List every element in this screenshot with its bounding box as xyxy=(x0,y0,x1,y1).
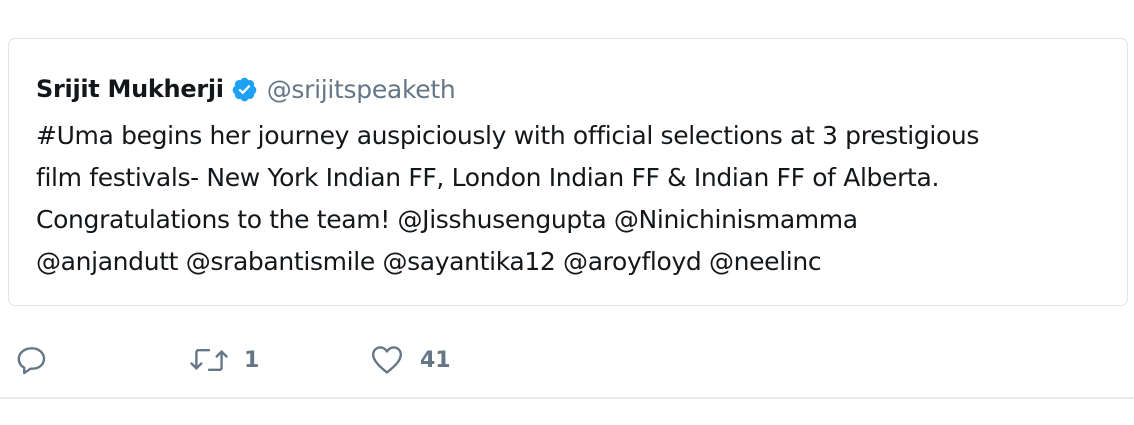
like-count: 41 xyxy=(420,347,451,373)
tweet-text-line: film festivals- New York Indian FF, Lond… xyxy=(36,163,940,192)
tweet-page: Srijit Mukherji @srijitspeaketh #Uma beg… xyxy=(0,0,1134,425)
heart-icon xyxy=(368,342,406,378)
author-handle[interactable]: @srijitspeaketh xyxy=(267,75,456,104)
retweet-button[interactable]: 1 xyxy=(188,335,259,385)
divider xyxy=(0,397,1134,399)
tweet-text-line: Congratulations to the team! @Jisshuseng… xyxy=(36,205,858,234)
retweet-count: 1 xyxy=(244,347,260,373)
verified-badge-icon xyxy=(231,76,258,103)
tweet-text-line: @anjandutt @srabantismile @sayantika12 @… xyxy=(36,247,822,276)
tweet-text-line: #Uma begins her journey auspiciously wit… xyxy=(36,121,980,150)
tweet-text: #Uma begins her journey auspiciously wit… xyxy=(36,115,1121,283)
reply-button[interactable] xyxy=(14,335,50,385)
reply-icon xyxy=(14,342,50,378)
quoted-tweet-card[interactable]: Srijit Mukherji @srijitspeaketh #Uma beg… xyxy=(8,38,1128,306)
like-button[interactable]: 41 xyxy=(368,335,451,385)
tweet-actions: 1 41 xyxy=(0,335,1134,385)
retweet-icon xyxy=(188,343,230,377)
author-name[interactable]: Srijit Mukherji xyxy=(36,75,224,103)
author-row: Srijit Mukherji @srijitspeaketh xyxy=(36,72,456,106)
